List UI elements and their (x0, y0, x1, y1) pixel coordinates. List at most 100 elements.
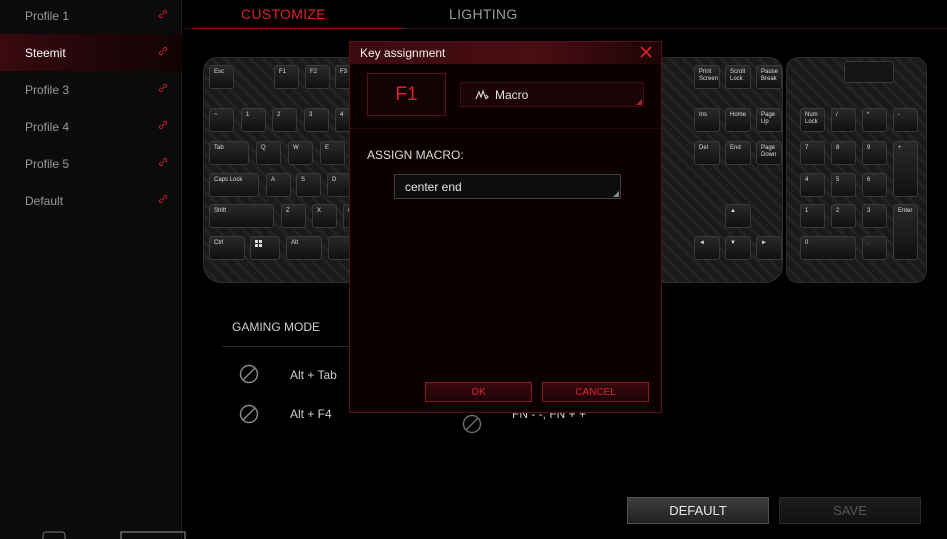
close-icon[interactable] (639, 45, 653, 59)
key-num-6[interactable]: 6 (862, 173, 887, 197)
profile-sidebar: Profile 1 Steemit Profile 3 Profile 4 Pr… (0, 0, 186, 539)
dropdown-corner-icon (613, 191, 619, 197)
key-up[interactable]: ▲ (725, 204, 751, 228)
key-num-dot[interactable]: . (862, 236, 887, 260)
key-left[interactable]: ◄ (694, 236, 720, 260)
profile-item-1[interactable]: Profile 1 (0, 0, 182, 34)
profile-label: Profile 3 (25, 82, 70, 97)
key-num-enter[interactable]: Enter (893, 204, 918, 260)
gaming-mode-divider (222, 346, 352, 347)
key-num-star[interactable]: * (862, 108, 887, 132)
key-page-down[interactable]: Page Down (756, 141, 782, 165)
cancel-button[interactable]: CANCEL (542, 382, 649, 402)
gaming-mode-alt-tab: Alt + Tab (290, 368, 337, 382)
key-num-slash[interactable]: / (831, 108, 856, 132)
key-home[interactable]: Home (725, 108, 751, 132)
key-f1[interactable]: F1 (274, 65, 299, 89)
tab-customize[interactable]: CUSTOMIZE (241, 6, 326, 22)
profile-item-3[interactable]: Profile 3 (0, 71, 182, 108)
key-del[interactable]: Del (694, 141, 720, 165)
key-ctrl[interactable]: Ctrl (209, 236, 245, 260)
key-num-9[interactable]: 9 (862, 141, 887, 165)
key-num-2[interactable]: 2 (831, 204, 856, 228)
link-icon (158, 83, 168, 93)
key-num-8[interactable]: 8 (831, 141, 856, 165)
profile-item-4[interactable]: Profile 4 (0, 108, 182, 145)
profile-label: Profile 5 (25, 156, 70, 171)
assignment-type-select[interactable]: Macro (460, 82, 644, 107)
link-icon (158, 46, 168, 56)
gaming-mode-title: GAMING MODE (232, 320, 321, 334)
numpad-top-key (844, 61, 894, 83)
brand-logo (120, 531, 186, 539)
save-button[interactable]: SAVE (779, 497, 921, 524)
key-f2[interactable]: F2 (305, 65, 330, 89)
tab-divider (183, 28, 947, 29)
key-down[interactable]: ▼ (725, 236, 751, 260)
key-a[interactable]: A (266, 173, 291, 197)
key-2[interactable]: 2 (272, 108, 297, 132)
key-num-3[interactable]: 3 (862, 204, 887, 228)
key-caps-lock[interactable]: Caps Lock (209, 173, 259, 197)
key-num-plus[interactable]: + (893, 141, 918, 197)
gaming-mode-alt-f4: Alt + F4 (290, 407, 332, 421)
key-num-4[interactable]: 4 (800, 173, 825, 197)
disable-fn-icon[interactable] (462, 414, 482, 434)
key-pause-break[interactable]: Pause Break (756, 65, 782, 89)
key-s[interactable]: S (296, 173, 321, 197)
key-print-screen[interactable]: Print Screen (694, 65, 720, 89)
key-z[interactable]: Z (281, 204, 306, 228)
import-icon[interactable] (42, 531, 66, 539)
assignment-type-value: Macro (495, 87, 529, 102)
key-w[interactable]: W (288, 141, 313, 165)
key-num-minus[interactable]: - (893, 108, 918, 132)
assigned-key-box: F1 (367, 73, 446, 116)
key-shift[interactable]: Shift (209, 204, 274, 228)
key-num-5[interactable]: 5 (831, 173, 856, 197)
disable-alt-tab-icon[interactable] (239, 364, 259, 384)
key-right[interactable]: ► (756, 236, 782, 260)
key-num-1[interactable]: 1 (800, 204, 825, 228)
key-end[interactable]: End (725, 141, 751, 165)
profile-label: Steemit (25, 45, 66, 60)
link-icon (158, 157, 168, 167)
default-button[interactable]: DEFAULT (627, 497, 769, 524)
key-windows[interactable] (250, 236, 280, 260)
macro-select[interactable]: center end (394, 174, 621, 199)
profile-item-5[interactable]: Profile 5 (0, 145, 182, 182)
ok-button[interactable]: OK (425, 382, 532, 402)
profile-label: Profile 1 (25, 8, 70, 23)
key-1[interactable]: 1 (241, 108, 266, 132)
key-tab[interactable]: Tab (209, 141, 249, 165)
key-scroll-lock[interactable]: Scroll Lock (725, 65, 751, 89)
assign-macro-label: ASSIGN MACRO: (367, 148, 464, 162)
dialog-header: Key assignment (350, 42, 661, 64)
windows-icon (255, 240, 262, 247)
link-icon (158, 194, 168, 204)
profile-item-default[interactable]: Default (0, 182, 182, 219)
profile-item-steemit[interactable]: Steemit (0, 34, 182, 71)
disable-alt-f4-icon[interactable] (239, 404, 259, 424)
key-e[interactable]: E (320, 141, 345, 165)
link-icon (158, 120, 168, 130)
key-3[interactable]: 3 (304, 108, 329, 132)
dialog-title: Key assignment (360, 46, 446, 60)
key-assignment-dialog: Key assignment F1 Macro ASSIGN MACRO: ce… (349, 41, 662, 413)
key-q[interactable]: Q (256, 141, 281, 165)
key-x[interactable]: X (312, 204, 337, 228)
key-num-7[interactable]: 7 (800, 141, 825, 165)
link-icon (158, 9, 168, 19)
macro-select-value: center end (405, 179, 462, 194)
dropdown-corner-icon (636, 99, 642, 105)
key-alt[interactable]: Alt (286, 236, 322, 260)
tab-lighting[interactable]: LIGHTING (449, 6, 518, 22)
key-esc[interactable]: Esc (209, 65, 234, 89)
key-ins[interactable]: Ins (694, 108, 720, 132)
key-tilde[interactable]: ~ (209, 108, 234, 132)
key-page-up[interactable]: Page Up (756, 108, 782, 132)
numpad-image: Num Lock / * - 7 8 9 + 4 5 6 1 2 3 Enter… (786, 57, 927, 283)
profile-label: Default (25, 193, 64, 208)
key-num-lock[interactable]: Num Lock (800, 108, 825, 132)
profile-label: Profile 4 (25, 119, 70, 134)
key-num-0[interactable]: 0 (800, 236, 856, 260)
